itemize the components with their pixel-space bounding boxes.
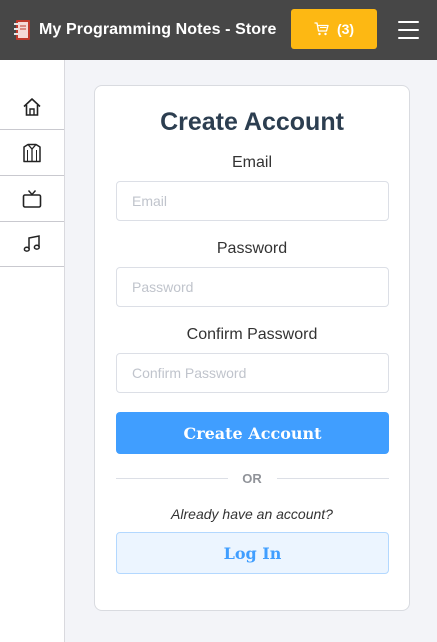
password-label: Password — [216, 240, 288, 257]
store-title[interactable]: My Programming Notes - Store — [39, 21, 277, 39]
home-icon — [23, 98, 41, 116]
sidebar-item-home[interactable] — [0, 85, 64, 130]
password-field[interactable] — [116, 267, 389, 307]
cart-icon — [314, 22, 329, 36]
sidebar-item-tv[interactable] — [0, 177, 64, 222]
create-account-card: Create Account Email Password Confirm Pa… — [94, 85, 410, 611]
divider-right — [277, 478, 389, 479]
cart-button[interactable]: (3) — [291, 9, 377, 49]
create-account-button[interactable]: Create Account — [116, 412, 389, 454]
top-navbar: My Programming Notes - Store (3) — [0, 0, 437, 60]
sidebar-item-music[interactable] — [0, 222, 64, 267]
page-title: Create Account — [160, 108, 344, 136]
notebook-icon — [14, 20, 30, 40]
already-have-account-text: Already have an account? — [171, 506, 333, 522]
sidebar — [0, 60, 65, 642]
music-note-icon — [23, 235, 40, 252]
shirt-icon — [23, 143, 41, 163]
email-label: Email — [231, 154, 272, 171]
login-button[interactable]: Log In — [116, 532, 389, 574]
confirm-password-field[interactable] — [116, 353, 389, 393]
hamburger-icon[interactable] — [397, 19, 421, 41]
email-field[interactable] — [116, 181, 389, 221]
tv-icon — [22, 190, 42, 208]
sidebar-item-clothing[interactable] — [0, 131, 64, 176]
cart-count: (3) — [336, 21, 355, 37]
confirm-password-label: Confirm Password — [186, 326, 318, 343]
